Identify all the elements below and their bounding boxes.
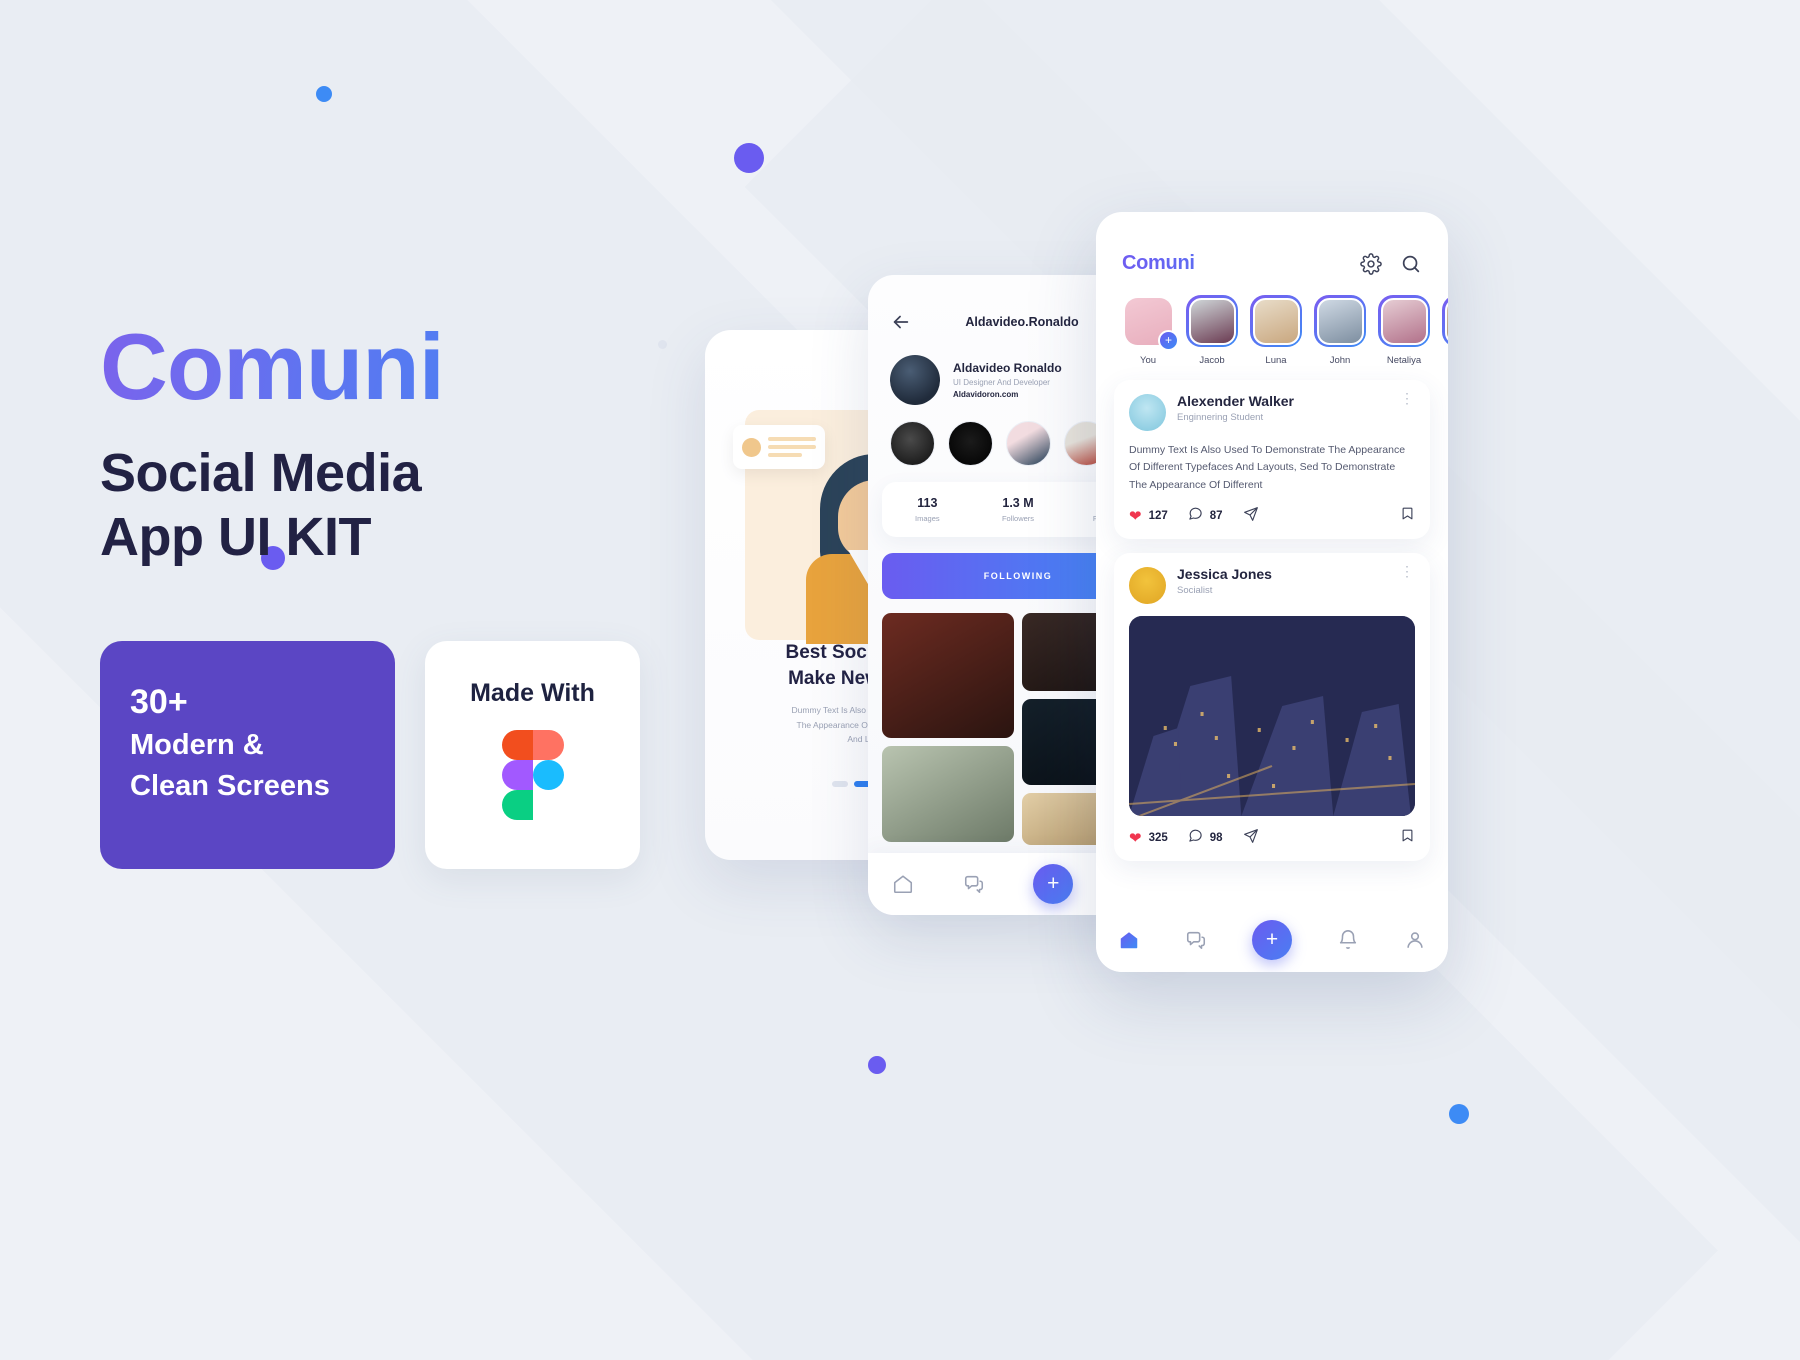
story-avatar[interactable] <box>1378 295 1430 347</box>
comment-icon[interactable] <box>1188 828 1203 848</box>
nav-plus-icon[interactable]: + <box>1251 920 1292 960</box>
like-action[interactable]: ❤ 127 <box>1129 509 1168 524</box>
story-avatar[interactable] <box>1442 295 1448 347</box>
profile-name: Aldavideo Ronaldo <box>953 361 1062 375</box>
decor-dot <box>734 143 764 173</box>
post-role: Socialist <box>1177 585 1213 597</box>
story-avatar[interactable] <box>1186 295 1238 347</box>
nav-chat-icon[interactable] <box>963 873 985 895</box>
grid-photo[interactable] <box>882 746 1014 842</box>
decor-dot <box>868 1056 886 1074</box>
screens-desc-line-1: Modern & <box>130 728 264 761</box>
arrow-left-icon[interactable] <box>890 311 912 333</box>
story-item[interactable]: Jacob <box>1186 295 1238 366</box>
story-item[interactable]: John <box>1314 295 1366 366</box>
share-action[interactable] <box>1243 506 1259 527</box>
gear-icon[interactable] <box>1360 252 1382 275</box>
comment-count: 98 <box>1209 832 1223 845</box>
avatar <box>1129 394 1166 431</box>
like-count: 325 <box>1148 832 1168 845</box>
app-logo: Comuni <box>1122 252 1342 275</box>
figma-logo-icon <box>501 730 564 821</box>
stories-row[interactable]: +You Jacob Luna John Netaliya Ro <box>1096 275 1448 366</box>
comment-action[interactable]: 98 <box>1188 828 1223 848</box>
made-with-card: Made With <box>425 641 640 870</box>
stat-value: 113 <box>917 496 938 510</box>
nav-bell-icon[interactable] <box>1337 929 1359 951</box>
badge-cards: 30+ Modern & Clean Screens Made With <box>100 641 660 870</box>
stat-label: Images <box>915 514 940 523</box>
heart-icon[interactable]: ❤ <box>1129 831 1142 846</box>
page-title: Social Media App UI KIT <box>100 442 660 569</box>
tagline-line-2: App UI KIT <box>100 506 371 567</box>
kebab-menu-icon[interactable]: ⋮ <box>1400 564 1415 578</box>
story-name: Ro <box>1442 355 1448 366</box>
stat-label: Followers <box>1001 514 1035 523</box>
bottom-navigation[interactable]: + <box>1096 908 1448 972</box>
post-author: Alexender Walker <box>1177 393 1294 409</box>
story-avatar[interactable] <box>1250 295 1302 347</box>
search-icon[interactable] <box>1400 253 1422 275</box>
post-list: Alexender Walker Enginnering Student ⋮ Du… <box>1096 380 1448 861</box>
story-item[interactable]: Ro <box>1442 295 1448 366</box>
profile-role: UI Designer And Developer <box>953 378 1050 387</box>
post-author: Jessica Jones <box>1177 565 1272 582</box>
kebab-menu-icon[interactable]: ⋮ <box>1400 391 1415 405</box>
like-count: 127 <box>1148 510 1168 523</box>
story-item[interactable]: Luna <box>1250 295 1302 366</box>
brand-logo: Comuni <box>100 320 660 414</box>
bookmark-icon[interactable] <box>1400 828 1415 848</box>
like-action[interactable]: ❤ 325 <box>1129 831 1168 846</box>
story-name: You <box>1139 355 1157 366</box>
story-item[interactable]: + You <box>1122 295 1179 366</box>
comment-count: 87 <box>1209 510 1223 523</box>
story-avatar[interactable]: + <box>1122 295 1179 351</box>
made-with-label: Made With <box>470 679 595 708</box>
share-action[interactable] <box>1243 828 1259 849</box>
screens-count: 30+ <box>130 683 188 722</box>
stat-value: 1.3 M <box>1002 496 1034 510</box>
send-icon[interactable] <box>1243 828 1259 849</box>
profile-stat: 1.3 M Followers <box>973 496 1064 523</box>
bookmark-icon[interactable] <box>1400 506 1415 526</box>
heart-icon[interactable]: ❤ <box>1129 509 1142 524</box>
feed-screen-mockup: Comuni +YouJacobLunaJohnNetaliyaRo Alexe… <box>1096 212 1448 972</box>
screens-count-card: 30+ Modern & Clean Screens <box>100 641 395 870</box>
decor-dot <box>1449 1104 1469 1124</box>
post-body: Dummy Text Is Also Used To Demonstrate T… <box>1129 444 1406 491</box>
poster-canvas: Comuni Social Media App UI KIT 30+ Moder… <box>0 0 1800 1360</box>
decor-dot <box>316 86 332 102</box>
post-card: Alexender Walker Enginnering Student ⋮ Du… <box>1114 380 1430 539</box>
avatar <box>890 355 940 405</box>
screens-desc-line-2: Clean Screens <box>130 769 330 802</box>
story-item[interactable]: Netaliya <box>1378 295 1430 366</box>
story-name: Netaliya <box>1386 355 1422 366</box>
add-story-icon[interactable]: + <box>1158 330 1179 351</box>
story-name: Luna <box>1265 355 1287 366</box>
post-image[interactable] <box>1129 615 1415 816</box>
grid-photo[interactable] <box>882 613 1014 738</box>
nav-plus-icon[interactable]: + <box>1033 864 1074 904</box>
tagline-line-1: Social Media <box>100 443 422 503</box>
nav-home-icon[interactable] <box>892 873 914 895</box>
story-name: John <box>1329 355 1351 366</box>
post-card: Jessica Jones Socialist ⋮ ❤ 325 98 <box>1114 552 1430 861</box>
profile-website: Aldavidoron.com <box>953 390 1019 399</box>
marketing-column: Comuni Social Media App UI KIT 30+ Moder… <box>100 320 660 870</box>
comment-action[interactable]: 87 <box>1188 506 1223 526</box>
post-role: Enginnering Student <box>1177 412 1264 424</box>
nav-chat-icon[interactable] <box>1185 929 1207 951</box>
avatar <box>1129 566 1166 604</box>
comment-icon[interactable] <box>1188 506 1203 526</box>
story-avatar[interactable] <box>1314 295 1366 347</box>
nav-profile-icon[interactable] <box>1404 929 1426 951</box>
send-icon[interactable] <box>1243 506 1259 527</box>
story-name: Jacob <box>1199 355 1225 366</box>
profile-stat: 113 Images <box>882 496 973 523</box>
nav-home-icon[interactable] <box>1118 929 1140 951</box>
